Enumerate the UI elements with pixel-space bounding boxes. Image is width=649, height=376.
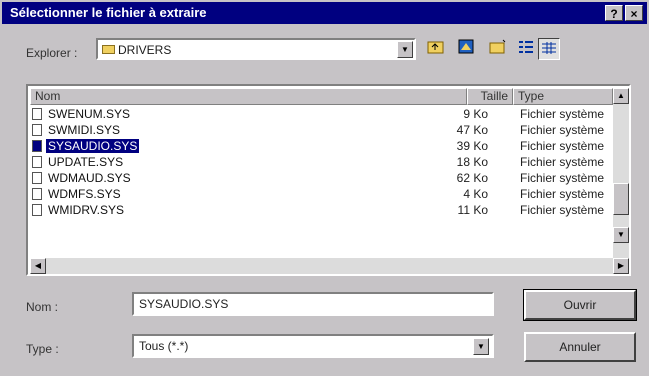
file-name: SWENUM.SYS: [48, 107, 131, 121]
file-name: UPDATE.SYS: [48, 155, 124, 169]
file-size: 47 Ko: [456, 123, 488, 137]
file-size: 4 Ko: [463, 187, 488, 201]
file-row[interactable]: WDMFS.SYS 4 Ko Fichier système: [30, 186, 612, 202]
details-view-icon[interactable]: [538, 38, 560, 60]
folder-combobox[interactable]: DRIVERS ▼: [96, 38, 416, 60]
system-file-icon: [32, 188, 42, 200]
system-file-icon: [32, 124, 42, 136]
open-button[interactable]: Ouvrir: [523, 289, 637, 321]
file-open-dialog: Sélectionner le fichier à extraire ? × E…: [0, 0, 649, 376]
file-name: WMIDRV.SYS: [48, 203, 125, 217]
file-type: Fichier système: [520, 107, 605, 121]
scroll-thumb[interactable]: [613, 183, 629, 215]
scroll-down-icon[interactable]: ▼: [613, 227, 629, 243]
file-type: Fichier système: [520, 155, 605, 169]
file-list[interactable]: Nom Taille Type SWENUM.SYS 9 Ko Fichier …: [26, 84, 631, 276]
explorer-label: Explorer :: [26, 46, 78, 60]
file-type-combobox[interactable]: Tous (*.*) ▼: [132, 334, 494, 358]
file-row[interactable]: WMIDRV.SYS 11 Ko Fichier système: [30, 202, 612, 218]
system-file-icon: [32, 156, 42, 168]
file-row[interactable]: UPDATE.SYS 18 Ko Fichier système: [30, 154, 612, 170]
file-row[interactable]: SWENUM.SYS 9 Ko Fichier système: [30, 106, 612, 122]
scroll-up-icon[interactable]: ▲: [613, 88, 629, 104]
title-bar[interactable]: Sélectionner le fichier à extraire ? ×: [2, 2, 647, 24]
file-type: Fichier système: [520, 203, 605, 217]
file-type: Fichier système: [520, 123, 605, 137]
system-file-icon: [32, 108, 42, 120]
file-type: Fichier système: [520, 139, 605, 153]
file-type-value: Tous (*.*): [139, 339, 189, 353]
system-file-icon: [32, 204, 42, 216]
file-size: 11 Ko: [457, 203, 488, 217]
file-type: Fichier système: [520, 187, 605, 201]
folder-dropdown-button[interactable]: ▼: [397, 41, 413, 58]
scroll-right-icon[interactable]: ▶: [613, 258, 629, 274]
file-row[interactable]: WDMAUD.SYS 62 Ko Fichier système: [30, 170, 612, 186]
current-folder: DRIVERS: [118, 43, 172, 57]
file-name: SWMIDI.SYS: [48, 123, 121, 137]
folder-icon: [102, 45, 115, 54]
filename-input[interactable]: SYSAUDIO.SYS: [132, 292, 494, 316]
file-size: 62 Ko: [456, 171, 488, 185]
dialog-title: Sélectionner le fichier à extraire: [10, 5, 207, 20]
help-button[interactable]: ?: [605, 5, 623, 21]
name-label: Nom :: [26, 300, 59, 314]
horizontal-scrollbar[interactable]: ◀ ▶: [30, 258, 629, 274]
close-button[interactable]: ×: [625, 5, 643, 21]
type-label: Type :: [26, 342, 59, 356]
new-folder-icon[interactable]: [487, 38, 509, 60]
column-header-name[interactable]: Nom: [30, 88, 467, 105]
desktop-icon[interactable]: [455, 38, 477, 60]
filename-value: SYSAUDIO.SYS: [139, 297, 229, 311]
file-name: WDMFS.SYS: [48, 187, 121, 201]
system-file-icon: [32, 140, 42, 152]
vertical-scrollbar[interactable]: ▲ ▼: [613, 88, 629, 258]
file-name: SYSAUDIO.SYS: [44, 138, 141, 154]
column-header-size[interactable]: Taille: [467, 88, 513, 105]
file-row-selected[interactable]: SYSAUDIO.SYS 39 Ko Fichier système: [30, 138, 612, 154]
file-size: 9 Ko: [463, 107, 488, 121]
file-row[interactable]: SWMIDI.SYS 47 Ko Fichier système: [30, 122, 612, 138]
scroll-left-icon[interactable]: ◀: [30, 258, 46, 274]
file-size: 39 Ko: [456, 139, 488, 153]
column-header-type[interactable]: Type: [513, 88, 613, 105]
type-dropdown-button[interactable]: ▼: [473, 338, 489, 355]
system-file-icon: [32, 172, 42, 184]
up-folder-icon[interactable]: [425, 38, 447, 60]
file-type: Fichier système: [520, 171, 605, 185]
cancel-button[interactable]: Annuler: [524, 332, 636, 362]
list-view-icon[interactable]: [515, 38, 537, 60]
file-name: WDMAUD.SYS: [48, 171, 131, 185]
file-size: 18 Ko: [456, 155, 488, 169]
